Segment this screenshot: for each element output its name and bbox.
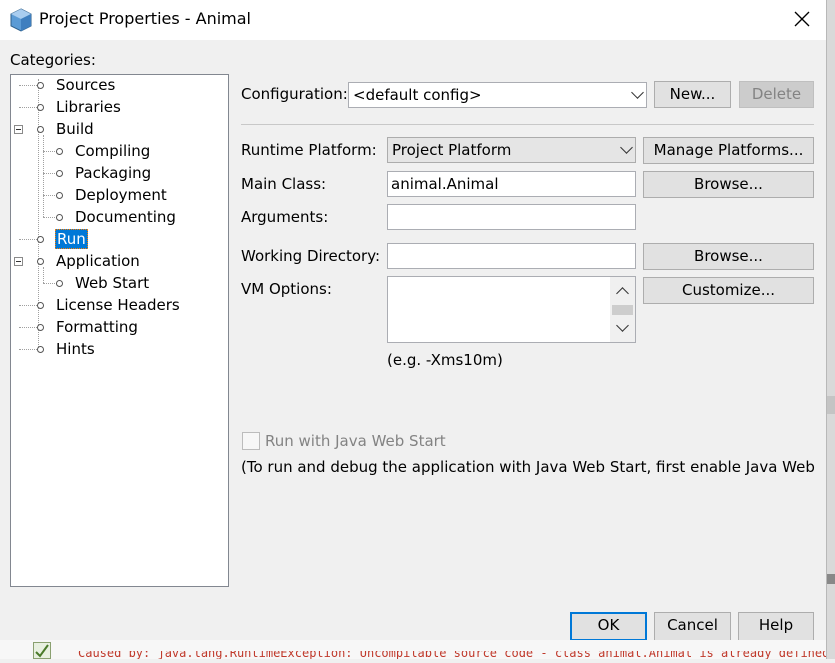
close-icon bbox=[794, 11, 810, 27]
tree-line bbox=[19, 327, 37, 328]
background-error-text: Caused by: java.lang.RuntimeException: U… bbox=[78, 651, 826, 659]
background-window-edge bbox=[826, 0, 835, 659]
delete-config-button[interactable]: Delete bbox=[739, 81, 814, 108]
chevron-down-icon[interactable] bbox=[616, 319, 629, 332]
warning-icon bbox=[33, 642, 51, 659]
categories-label: Categories: bbox=[10, 51, 96, 69]
categories-tree[interactable]: Sources Libraries Build Compiling Packag… bbox=[10, 74, 229, 587]
category-documenting[interactable]: Documenting bbox=[75, 207, 176, 227]
node-bullet-icon bbox=[37, 324, 44, 331]
netbeans-cube-icon bbox=[10, 8, 32, 32]
node-bullet-icon bbox=[56, 192, 63, 199]
background-window-edge-mark bbox=[827, 396, 835, 414]
category-build[interactable]: Build bbox=[56, 119, 94, 139]
runtime-platform-combo[interactable]: Project Platform bbox=[387, 137, 636, 163]
tree-line bbox=[43, 173, 57, 174]
category-deployment[interactable]: Deployment bbox=[75, 185, 167, 205]
manage-platforms-button[interactable]: Manage Platforms... bbox=[643, 137, 814, 164]
tree-line bbox=[43, 135, 44, 217]
collapse-icon[interactable] bbox=[14, 125, 23, 134]
tree-line bbox=[19, 349, 37, 350]
scrollbar-thumb[interactable] bbox=[612, 305, 633, 315]
main-class-label: Main Class: bbox=[241, 175, 327, 193]
node-bullet-icon bbox=[37, 236, 44, 243]
node-bullet-icon bbox=[37, 346, 44, 353]
node-bullet-icon bbox=[37, 258, 44, 265]
working-directory-label: Working Directory: bbox=[241, 247, 381, 265]
new-config-button[interactable]: New... bbox=[654, 81, 731, 108]
configuration-label: Configuration: bbox=[241, 85, 348, 103]
ok-button[interactable]: OK bbox=[570, 612, 647, 641]
category-compiling[interactable]: Compiling bbox=[75, 141, 150, 161]
chevron-down-icon bbox=[631, 86, 644, 99]
tree-line bbox=[38, 79, 39, 351]
help-button[interactable]: Help bbox=[738, 612, 814, 641]
node-bullet-icon bbox=[37, 302, 44, 309]
window-title: Project Properties - Animal bbox=[39, 9, 251, 28]
run-with-web-start-checkbox[interactable] bbox=[242, 432, 260, 450]
web-start-note: (To run and debug the application with J… bbox=[241, 458, 819, 476]
node-bullet-icon bbox=[56, 148, 63, 155]
vm-options-hint: (e.g. -Xms10m) bbox=[387, 351, 503, 369]
arguments-label: Arguments: bbox=[241, 208, 329, 226]
tree-line bbox=[43, 267, 44, 283]
category-license-headers[interactable]: License Headers bbox=[56, 295, 180, 315]
tree-line bbox=[43, 195, 57, 196]
tree-line bbox=[19, 85, 37, 86]
category-web-start[interactable]: Web Start bbox=[75, 273, 149, 293]
browse-working-directory-button[interactable]: Browse... bbox=[643, 243, 814, 270]
category-libraries[interactable]: Libraries bbox=[56, 97, 121, 117]
selected-category-label: Run bbox=[55, 229, 88, 249]
browse-main-class-button[interactable]: Browse... bbox=[643, 171, 814, 198]
vm-options-label: VM Options: bbox=[241, 280, 332, 298]
customize-vm-options-button[interactable]: Customize... bbox=[643, 277, 814, 304]
tree-line bbox=[43, 151, 57, 152]
chevron-up-icon[interactable] bbox=[616, 287, 629, 300]
collapse-icon[interactable] bbox=[14, 257, 23, 266]
node-bullet-icon bbox=[56, 214, 63, 221]
close-button[interactable] bbox=[782, 4, 822, 34]
background-error-line: Caused by: java.lang.RuntimeException: U… bbox=[78, 651, 826, 659]
runtime-platform-label: Runtime Platform: bbox=[241, 141, 377, 159]
node-bullet-icon bbox=[37, 126, 44, 133]
node-bullet-icon bbox=[56, 170, 63, 177]
configuration-combo[interactable]: <default config> bbox=[348, 82, 647, 108]
arguments-field[interactable] bbox=[387, 204, 636, 230]
node-bullet-icon bbox=[56, 280, 63, 287]
background-window-edge-mark bbox=[827, 574, 835, 584]
category-packaging[interactable]: Packaging bbox=[75, 163, 151, 183]
tree-line bbox=[19, 305, 37, 306]
node-bullet-icon bbox=[37, 82, 44, 89]
category-hints[interactable]: Hints bbox=[56, 339, 95, 359]
vm-options-textarea[interactable] bbox=[387, 276, 636, 343]
cancel-button[interactable]: Cancel bbox=[654, 612, 731, 641]
working-directory-field[interactable] bbox=[387, 243, 636, 269]
run-with-web-start-label: Run with Java Web Start bbox=[265, 432, 446, 450]
tree-line bbox=[43, 217, 57, 218]
category-run[interactable]: Run bbox=[55, 229, 88, 249]
main-class-field[interactable]: animal.Animal bbox=[387, 171, 636, 197]
tree-line bbox=[19, 239, 37, 240]
category-sources[interactable]: Sources bbox=[56, 75, 115, 95]
tree-line bbox=[43, 283, 57, 284]
tree-line bbox=[19, 107, 37, 108]
vm-options-scrollbar[interactable] bbox=[610, 277, 635, 342]
runtime-platform-value: Project Platform bbox=[392, 141, 512, 159]
configuration-value: <default config> bbox=[353, 86, 482, 104]
separator bbox=[241, 124, 814, 125]
node-bullet-icon bbox=[37, 104, 44, 111]
category-formatting[interactable]: Formatting bbox=[56, 317, 138, 337]
chevron-down-icon bbox=[620, 141, 633, 154]
category-application[interactable]: Application bbox=[56, 251, 140, 271]
